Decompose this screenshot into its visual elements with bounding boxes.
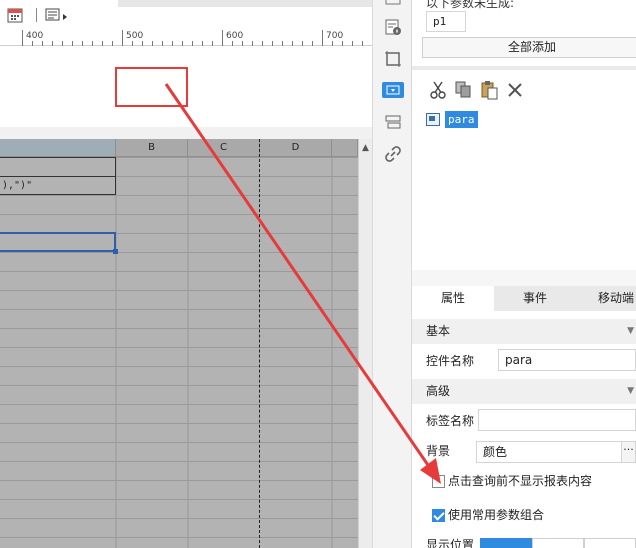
parameter-canvas[interactable]	[0, 47, 372, 127]
dropdown-widget-icon	[386, 85, 400, 95]
collapse-chevron-icon[interactable]: ▼	[627, 319, 634, 344]
ruler-label-500: 500	[126, 31, 144, 41]
tree-bottom-gap	[412, 270, 636, 286]
ruler-label-600: 600	[226, 31, 244, 41]
widget-image-icon	[426, 113, 440, 126]
hide-before-query-checkbox[interactable]	[432, 475, 445, 488]
widget-panel-toggle[interactable]	[382, 82, 404, 98]
tab-events[interactable]: 事件	[494, 286, 576, 311]
horizontal-ruler: 400 500 600 700	[0, 30, 372, 46]
scroll-up-icon[interactable]: ▲	[362, 143, 369, 153]
display-position-options	[480, 538, 636, 548]
frame-crop-icon[interactable]	[383, 49, 403, 69]
toolbar-grey-strip	[118, 0, 372, 7]
selected-cell[interactable]	[0, 232, 118, 254]
column-header-a[interactable]	[0, 139, 116, 157]
section-basic[interactable]: 基本 ▼	[412, 319, 636, 344]
widget-list-dropdown-icon[interactable]	[44, 6, 70, 24]
column-header-e[interactable]	[332, 139, 358, 157]
paste-icon[interactable]	[479, 80, 499, 100]
layout-list-icon[interactable]	[383, 112, 403, 132]
calendar-icon[interactable]	[6, 6, 24, 24]
copy-icon[interactable]	[453, 80, 473, 100]
column-header-b[interactable]: B	[116, 139, 188, 157]
fill-handle[interactable]	[113, 249, 118, 254]
control-name-input[interactable]: para	[498, 349, 636, 371]
background-select[interactable]: 颜色	[476, 441, 622, 463]
column-header-d[interactable]: D	[260, 139, 332, 157]
sheet-gridlines	[0, 157, 358, 548]
collapse-chevron-icon[interactable]: ▼	[627, 379, 634, 404]
panel-divider	[412, 66, 636, 70]
tab-properties[interactable]: 属性	[412, 286, 494, 311]
vertical-scrollbar[interactable]: ▲	[358, 139, 372, 548]
background-more-button[interactable]: ···	[621, 441, 636, 463]
align-left-button[interactable]	[480, 538, 532, 548]
property-list: 基本 ▼ 控件名称 para 高级 ▼ 标签名称 背景 颜色 ··· 点击查询前…	[412, 311, 636, 548]
designer-toolbar	[0, 0, 372, 30]
add-all-button[interactable]: 全部添加	[422, 37, 636, 58]
dataset-info-icon[interactable]	[383, 17, 403, 37]
property-tabs: 属性 事件 移动端	[412, 286, 636, 311]
tag-name-label: 标签名称	[426, 414, 475, 428]
tag-name-input[interactable]	[478, 409, 636, 431]
cell-a2-formula[interactable]: ),")"	[0, 176, 116, 195]
ruler-label-400: 400	[26, 31, 44, 41]
widget-tree-label: para	[445, 111, 478, 128]
section-advanced[interactable]: 高级 ▼	[412, 379, 636, 404]
use-common-params-label: 使用常用参数组合	[448, 508, 545, 522]
side-icon-bar	[372, 0, 412, 548]
display-position-label: 显示位置	[426, 538, 475, 548]
delete-icon[interactable]	[505, 80, 525, 100]
param-chip-p1[interactable]: p1	[426, 11, 466, 32]
tab-mobile[interactable]: 移动端	[576, 286, 636, 311]
use-common-params-checkbox[interactable]	[432, 509, 445, 522]
cut-icon[interactable]	[428, 80, 448, 100]
control-name-label: 控件名称	[426, 354, 475, 368]
ruler-label-700: 700	[326, 31, 344, 41]
align-center-button[interactable]	[532, 538, 584, 548]
section-basic-title: 基本	[426, 324, 451, 338]
column-header-c[interactable]: C	[188, 139, 260, 157]
report-sheet[interactable]: B C D ),")" ▲	[0, 139, 372, 548]
section-advanced-title: 高级	[426, 384, 451, 398]
highlighted-parameter-widget[interactable]	[115, 67, 188, 107]
ungenerated-params-header: 以下参数未生成:	[426, 0, 515, 10]
ruler-ticks	[22, 30, 363, 46]
toolbar-divider	[36, 8, 37, 22]
link-icon[interactable]	[383, 144, 403, 164]
right-properties-panel: 以下参数未生成: p1 全部添加 para 属性 事件 移动端 基本 ▼ 控件名…	[412, 0, 636, 548]
cell-a1[interactable]	[0, 157, 116, 176]
pane-splitter[interactable]	[0, 127, 372, 139]
align-right-button[interactable]	[584, 538, 636, 548]
background-label: 背景	[426, 444, 451, 458]
page-break-line	[259, 139, 260, 548]
hide-before-query-label: 点击查询前不显示报表内容	[448, 474, 593, 488]
